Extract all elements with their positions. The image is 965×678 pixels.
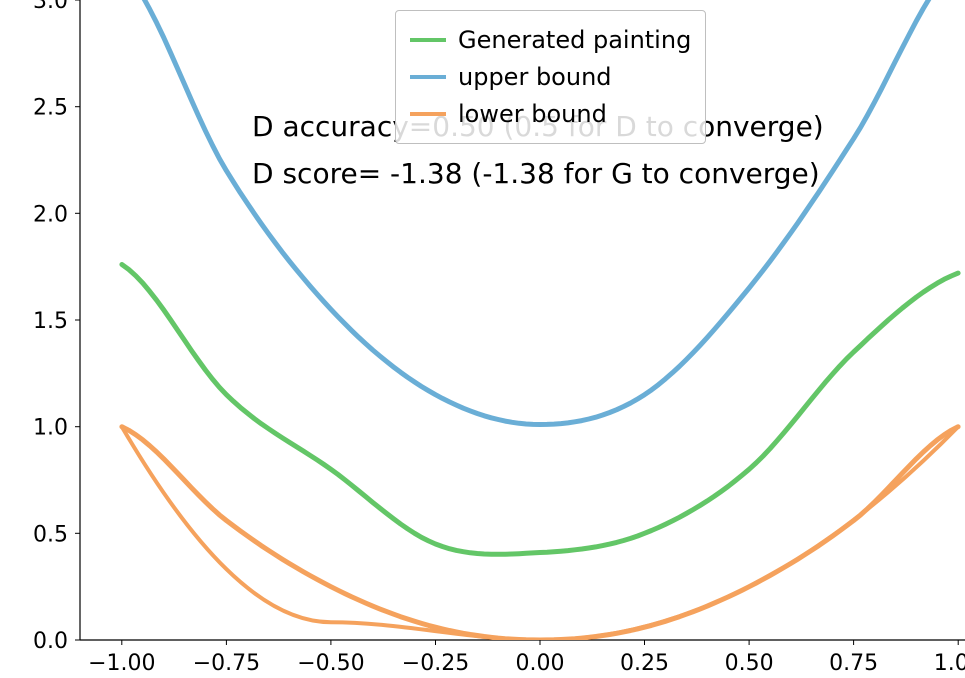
ytick-label: 3.0 (33, 0, 68, 14)
ytick-label: 1.0 (33, 416, 68, 441)
legend-swatch-upper-icon (410, 75, 446, 79)
legend-item-lower: lower bound (410, 97, 691, 132)
x-ticks (122, 640, 958, 645)
ytick-label: 2.5 (33, 96, 68, 121)
xtick-label: −0.75 (193, 651, 260, 676)
ytick-label: 1.5 (33, 309, 68, 334)
ytick-label: 2.0 (33, 202, 68, 227)
xtick-label: 0.00 (516, 651, 565, 676)
xtick-label: −0.50 (297, 651, 364, 676)
xtick-label: −0.25 (402, 651, 469, 676)
legend-swatch-lower-icon (410, 112, 446, 116)
xtick-label: 0.25 (620, 651, 669, 676)
annotation-d-score: D score= -1.38 (-1.38 for G to converge) (252, 157, 824, 190)
chart-container: 0.0 0.5 1.0 1.5 2.0 2.5 3.0 −1.00 −0.75 … (0, 0, 965, 678)
ytick-label: 0.5 (33, 522, 68, 547)
y-tick-labels: 0.0 0.5 1.0 1.5 2.0 2.5 3.0 (33, 0, 68, 654)
x-tick-labels: −1.00 −0.75 −0.50 −0.25 0.00 0.25 0.50 0… (88, 651, 965, 676)
line-generated-painting (122, 265, 958, 555)
legend-item-upper: upper bound (410, 60, 691, 95)
line-lower-bound (122, 427, 958, 640)
xtick-label: 0.75 (829, 651, 878, 676)
y-ticks (75, 0, 80, 640)
xtick-label: 1.00 (934, 651, 965, 676)
legend-swatch-generated-icon (410, 38, 446, 42)
ytick-label: 0.0 (33, 629, 68, 654)
legend-label: Generated painting (458, 23, 691, 58)
legend-label: lower bound (458, 97, 607, 132)
legend-item-generated: Generated painting (410, 23, 691, 58)
legend: Generated painting upper bound lower bou… (395, 10, 706, 144)
xtick-label: −1.00 (88, 651, 155, 676)
legend-label: upper bound (458, 60, 612, 95)
xtick-label: 0.50 (725, 651, 774, 676)
